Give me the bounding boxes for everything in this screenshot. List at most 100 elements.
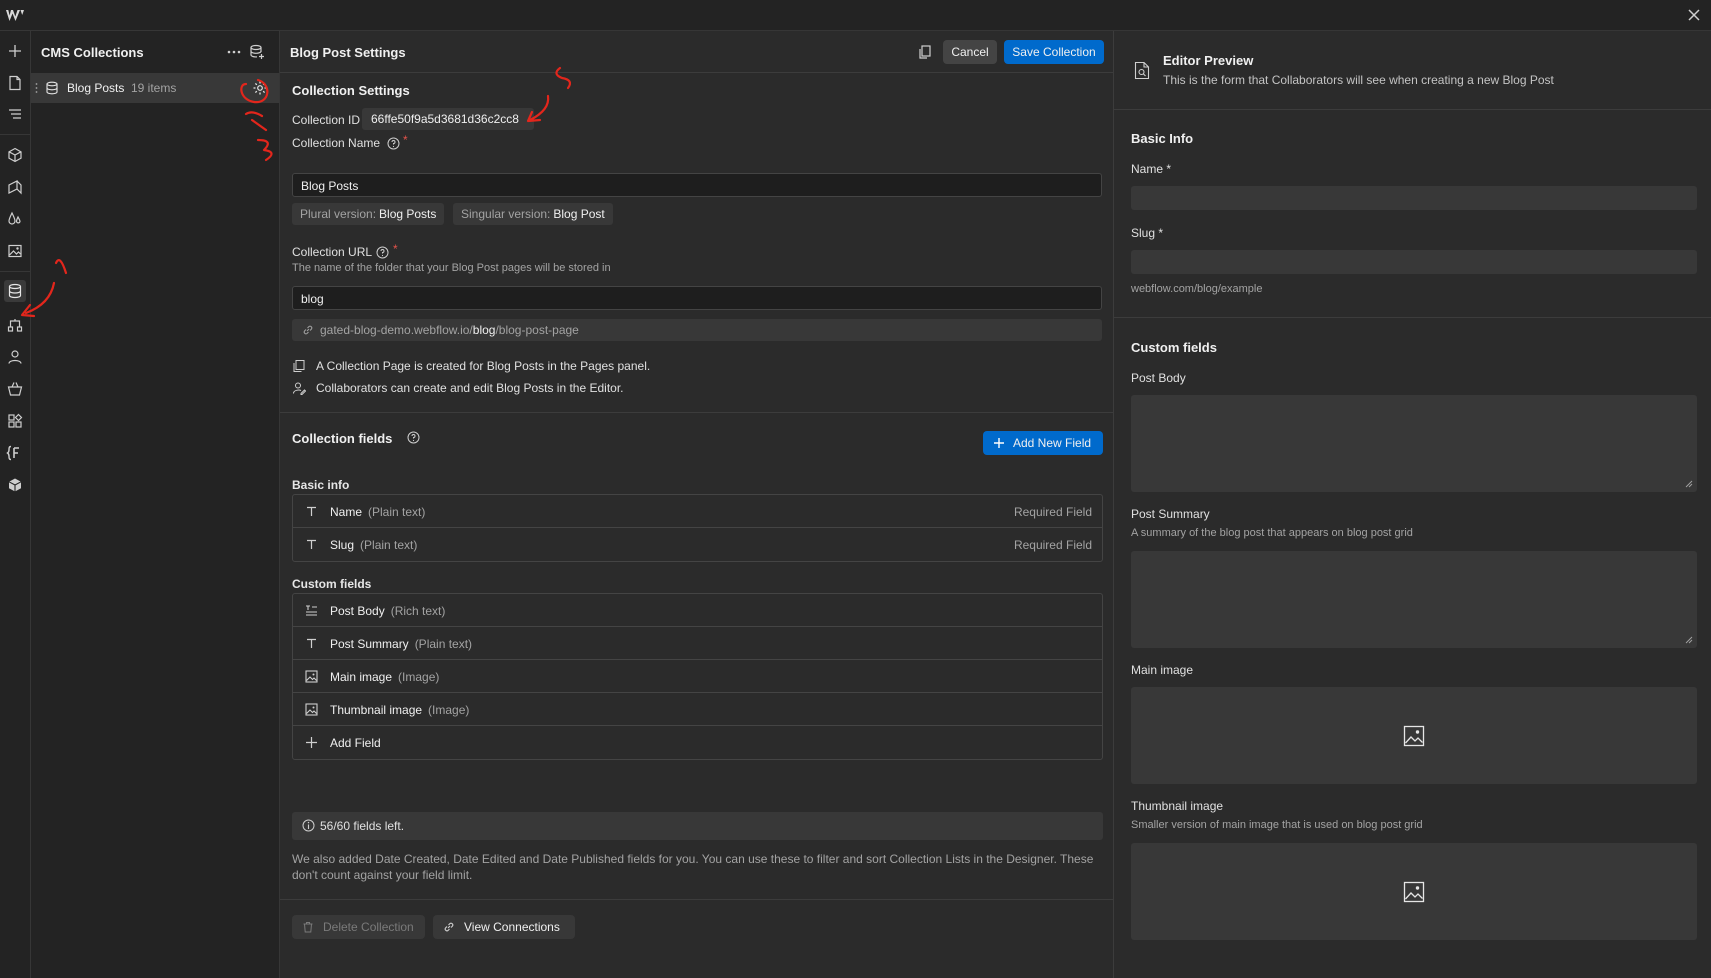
preview-subtitle: This is the form that Collaborators will… [1163,73,1554,87]
basic-info-heading: Basic info [292,478,350,492]
section-divider [1114,317,1711,318]
link-icon [444,922,454,932]
preview-header: Editor Preview This is the form that Col… [1114,31,1711,110]
delete-collection-button[interactable]: Delete Collection [292,915,425,939]
preview-slug-hint: webflow.com/blog/example [1131,283,1263,295]
plural-label: Plural version: [300,207,377,221]
drag-handle-icon[interactable] [35,82,41,94]
copy-icon[interactable] [917,44,933,60]
panel-title: CMS Collections [41,45,144,60]
add-new-field-label: Add New Field [1013,436,1092,450]
fields-left-text: 56/60 fields left. [320,819,405,833]
info-editor-text: Collaborators can create and edit Blog P… [316,381,624,395]
pages-icon[interactable] [4,72,26,94]
close-icon[interactable] [1685,6,1703,24]
resize-handle-icon[interactable] [1685,480,1693,488]
field-name: Thumbnail image [330,703,423,717]
styles-icon[interactable] [4,208,26,230]
view-connections-label: View Connections [464,920,560,934]
document-search-icon [1134,61,1150,80]
apps-icon[interactable] [4,410,26,432]
date-fields-note: We also added Date Created, Date Edited … [292,852,1094,882]
text-icon [307,638,316,648]
help-icon[interactable] [407,431,420,444]
icon-rail [0,31,31,978]
users-icon[interactable] [4,346,26,368]
trash-icon [303,922,313,933]
add-field-label: Add Field [330,736,381,750]
field-row-slug[interactable]: Slug (Plain text) Required Field [293,528,1102,561]
field-name: Post Summary [330,637,409,651]
add-collection-icon[interactable] [248,43,266,61]
help-icon[interactable] [387,137,400,150]
info-pages-text: A Collection Page is created for Blog Po… [316,359,651,373]
ecommerce-icon[interactable] [4,378,26,400]
collection-id-label: Collection ID [292,113,361,127]
gear-icon[interactable] [252,80,268,96]
field-row-post-summary[interactable]: Post Summary (Plain text) [293,627,1102,660]
field-type: (Plain text) [414,637,473,651]
collection-url-help: The name of the folder that your Blog Po… [292,262,611,274]
cancel-button[interactable]: Cancel [943,40,997,64]
view-connections-button[interactable]: View Connections [433,915,575,939]
add-new-field-button[interactable]: Add New Field [983,431,1103,455]
cube-icon[interactable] [4,474,26,496]
collection-settings-heading: Collection Settings [292,83,410,98]
url-prefix: gated-blog-demo.webflow.io/ [320,323,473,337]
add-field-row[interactable]: Add Field [293,726,1102,759]
components-icon[interactable] [4,144,26,166]
variables-icon[interactable] [4,176,26,198]
save-collection-button[interactable]: Save Collection [1004,40,1104,64]
rich-text-icon [306,605,317,616]
singular-label: Singular version: [461,207,551,221]
logic-icon[interactable] [4,314,26,336]
collection-item-blog-posts[interactable]: Blog Posts 19 items [31,73,279,103]
delete-collection-label: Delete Collection [323,920,414,934]
preview-basic-info-heading: Basic Info [1131,131,1194,146]
settings-header: Blog Post Settings Cancel Save Collectio… [280,31,1114,73]
field-type: (Plain text) [368,505,426,519]
url-preview: gated-blog-demo.webflow.io/blog/blog-pos… [292,319,1102,341]
collection-id-value[interactable]: 66ffe50f9a5d3681d36c2cc8 [362,108,534,130]
collection-count: 19 items [131,81,177,95]
field-row-thumbnail-image[interactable]: Thumbnail image (Image) [293,693,1102,726]
preview-main-image-upload[interactable] [1131,687,1697,784]
help-icon[interactable] [376,246,389,259]
image-icon [1403,725,1425,747]
preview-post-body-textarea[interactable] [1131,395,1697,492]
preview-thumbnail-help: Smaller version of main image that is us… [1131,819,1423,831]
webflow-logo[interactable] [5,8,25,23]
preview-post-summary-textarea[interactable] [1131,551,1697,648]
preview-thumbnail-label: Thumbnail image [1131,799,1224,813]
collection-name-label: Collection Name [292,136,381,150]
field-row-main-image[interactable]: Main image (Image) [293,660,1102,693]
rail-divider [0,134,31,135]
resize-handle-icon[interactable] [1685,636,1693,644]
preview-post-body-label: Post Body [1131,371,1186,385]
collection-name-input[interactable]: Blog Posts [292,173,1102,197]
text-icon [307,506,316,516]
preview-slug-label: Slug * [1131,226,1164,240]
field-type: (Image) [428,703,470,717]
field-row-name[interactable]: Name (Plain text) Required Field [293,495,1102,528]
preview-thumbnail-upload[interactable] [1131,843,1697,940]
field-row-post-body[interactable]: Post Body (Rich text) [293,594,1102,627]
preview-slug-input[interactable] [1131,250,1697,274]
add-icon[interactable] [4,40,26,62]
settings-title: Blog Post Settings [290,45,406,60]
collection-url-input[interactable]: blog [292,286,1102,310]
basic-fields-list: Name (Plain text) Required Field Slug (Pla… [292,494,1103,562]
collection-settings-panel: Blog Post Settings Cancel Save Collectio… [280,31,1114,978]
navigator-icon[interactable] [4,103,26,125]
finsweet-icon[interactable] [4,442,26,464]
assets-icon[interactable] [4,240,26,262]
fields-left-notice: 56/60 fields left. [292,812,1103,840]
field-name: Slug [330,538,355,552]
top-bar [0,0,1711,31]
more-icon[interactable] [224,44,244,60]
field-status: Required Field [1013,538,1092,552]
text-icon [307,539,316,549]
preview-name-input[interactable] [1131,186,1697,210]
section-divider [280,412,1114,413]
cms-icon[interactable] [4,280,26,302]
